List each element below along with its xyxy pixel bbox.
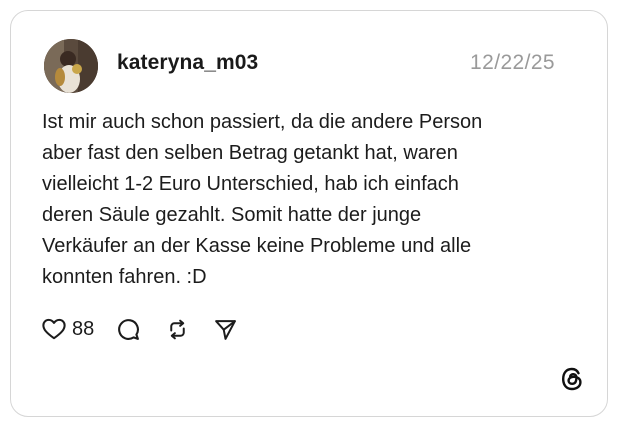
- speech-bubble-icon: [118, 318, 140, 340]
- post-text: Ist mir auch schon passiert, da die ande…: [42, 111, 483, 288]
- paper-plane-icon: [215, 319, 237, 340]
- threads-logo[interactable]: [558, 365, 586, 393]
- like-count: 88: [72, 317, 95, 340]
- post-card: kateryna_m03 12/22/25 Ist mir auch schon…: [10, 10, 608, 417]
- repost-icon: [170, 319, 185, 339]
- username[interactable]: kateryna_m03: [117, 51, 258, 75]
- repost-button[interactable]: [165, 317, 190, 342]
- threads-icon: [562, 367, 582, 391]
- like-button[interactable]: 88: [41, 316, 116, 342]
- reply-button[interactable]: [116, 317, 141, 342]
- post-date: 12/22/25: [470, 51, 555, 74]
- avatar[interactable]: [44, 39, 98, 93]
- share-button[interactable]: [213, 317, 238, 342]
- action-bar: 88: [41, 313, 238, 345]
- heart-icon: [42, 318, 66, 340]
